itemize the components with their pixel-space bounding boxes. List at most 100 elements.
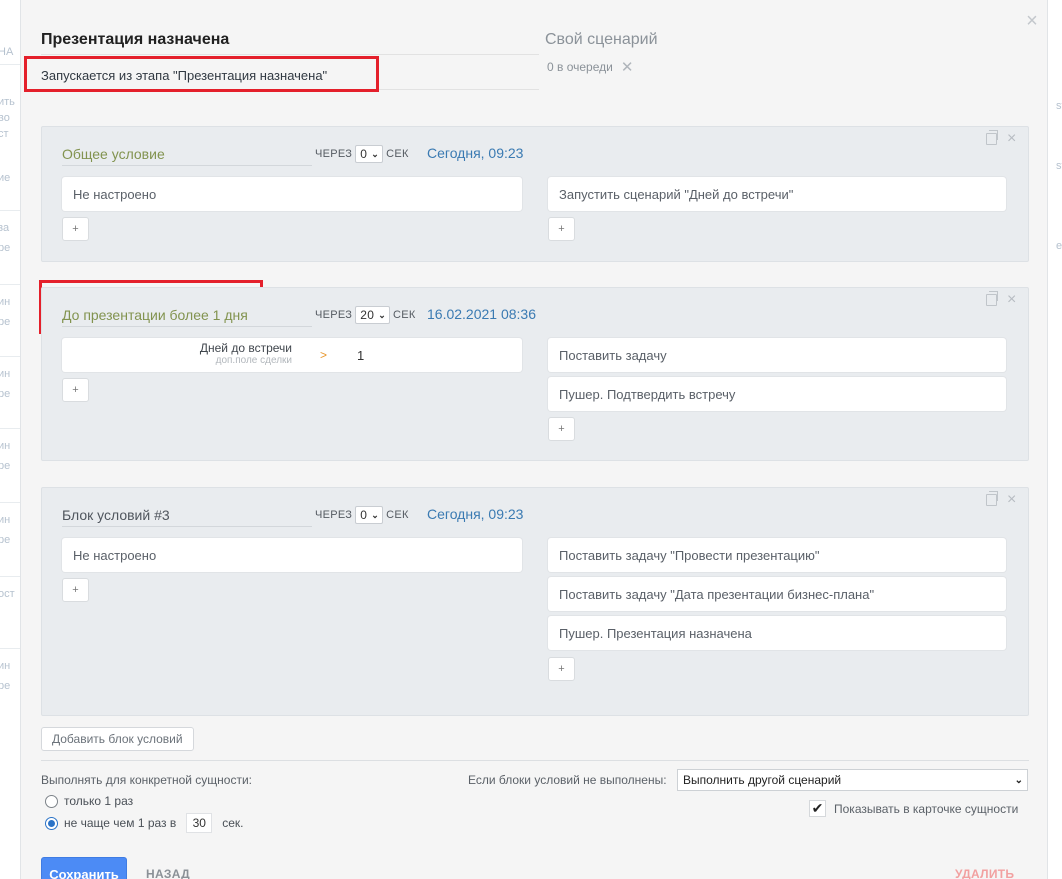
copy-icon[interactable] (986, 130, 998, 145)
radio-once-label[interactable]: только 1 раз (64, 794, 133, 808)
scenario-title[interactable]: Презентация назначена (41, 31, 229, 49)
add-condition-button[interactable]: + (62, 578, 89, 602)
radio-once[interactable] (45, 794, 58, 808)
delay-select[interactable]: 20 ⌄ (355, 306, 391, 324)
add-condition-button[interactable]: + (62, 378, 89, 402)
chevron-down-icon: ⌄ (1014, 774, 1023, 786)
condition-field[interactable]: Не настроено (62, 177, 522, 211)
through-label: ЧЕРЕЗ (315, 509, 353, 521)
schedule-date-link[interactable]: Сегодня, 09:23 (427, 506, 523, 522)
through-label: ЧЕРЕЗ (315, 148, 353, 160)
bg-text: ре (0, 242, 11, 254)
add-condition-block-button[interactable]: Добавить блок условий (41, 727, 194, 751)
add-condition-button[interactable]: + (62, 217, 89, 241)
radio-interval[interactable] (45, 816, 58, 830)
interval-input[interactable]: 30 (186, 813, 213, 833)
bg-text: ин (0, 514, 11, 526)
block-title[interactable]: Общее условие (62, 146, 165, 162)
add-action-button[interactable]: + (548, 217, 575, 241)
clear-queue-icon[interactable]: ✕ (621, 58, 634, 76)
bg-text: во (0, 112, 10, 124)
chevron-down-icon: ⌄ (378, 309, 387, 320)
queue-count: 0 в очереди (547, 60, 613, 74)
chevron-down-icon: ⌄ (371, 148, 380, 159)
action-item[interactable]: Запустить сценарий "Дней до встречи" (548, 177, 1006, 211)
delay-select[interactable]: 0 ⌄ (355, 506, 384, 524)
action-item[interactable]: Пушер. Подтвердить встречу (548, 377, 1006, 411)
bg-text: ст (0, 128, 9, 140)
radio-interval-row[interactable]: не чаще чем 1 раз в 30 сек. (45, 813, 244, 833)
back-button[interactable]: НАЗАД (146, 867, 190, 879)
through-label: ЧЕРЕЗ (315, 309, 353, 321)
bg-text: ин (0, 660, 11, 672)
fallback-select-value: Выполнить другой сценарий (683, 773, 842, 787)
delay-control: ЧЕРЕЗ 0 ⌄ СЕК (315, 506, 409, 524)
bg-text: за (0, 222, 10, 234)
seconds-label: СЕК (393, 309, 416, 321)
schedule-date-link[interactable]: 16.02.2021 08:36 (427, 306, 536, 322)
delay-select[interactable]: 0 ⌄ (355, 145, 384, 163)
block-title[interactable]: Блок условий #3 (62, 507, 170, 523)
condition-block: × Блок условий #3 ЧЕРЕЗ 0 ⌄ СЕК Сегодня, … (41, 487, 1029, 716)
copy-icon[interactable] (986, 491, 998, 506)
condition-field-type: доп.поле сделки (215, 355, 292, 366)
condition-value[interactable]: 1 (357, 348, 364, 363)
copy-icon[interactable] (986, 291, 998, 306)
bg-text: st (1056, 160, 1062, 172)
bg-text: ост (0, 588, 15, 600)
action-item[interactable]: Пушер. Презентация назначена (548, 616, 1006, 650)
condition-operator[interactable]: > (320, 348, 327, 362)
bg-text: e (1056, 240, 1062, 252)
bg-text: ие (0, 172, 11, 184)
bg-text: ре (0, 460, 11, 472)
execution-mode-label: Выполнять для конкретной сущности: (41, 773, 253, 787)
bg-text: ре (0, 534, 11, 546)
show-in-card-checkbox[interactable]: ✔ (809, 800, 826, 817)
save-button[interactable]: Сохранить (41, 857, 127, 879)
delay-control: ЧЕРЕЗ 0 ⌄ СЕК (315, 145, 409, 163)
bg-text: ин (0, 440, 11, 452)
scenario-trigger-description[interactable]: Запускается из этапа "Презентация назнач… (41, 68, 327, 83)
close-icon[interactable]: × (1023, 11, 1041, 31)
action-item[interactable]: Поставить задачу (548, 338, 1006, 372)
condition-row[interactable]: Дней до встречи доп.поле сделки > 1 (62, 338, 522, 372)
add-action-button[interactable]: + (548, 417, 575, 441)
close-icon[interactable]: × (1007, 492, 1016, 508)
show-in-card-label[interactable]: Показывать в карточке сущности (834, 802, 1018, 816)
background-page-left: НА ить во ст ие за ре ин ре ин ре ин ре … (0, 0, 20, 879)
queue-status: 0 в очереди ✕ (547, 58, 633, 76)
condition-field-name: Дней до встречи (199, 341, 292, 355)
action-item[interactable]: Поставить задачу "Дата презентации бизне… (548, 577, 1006, 611)
close-icon[interactable]: × (1007, 292, 1016, 308)
bg-text: ин (0, 296, 11, 308)
bg-text: ре (0, 680, 11, 692)
fallback-label: Если блоки условий не выполнены: (468, 773, 667, 787)
radio-once-row[interactable]: только 1 раз (45, 794, 133, 808)
bg-text: st (1056, 100, 1062, 112)
block-title[interactable]: До презентации более 1 дня (62, 307, 248, 323)
condition-field[interactable]: Не настроено (62, 538, 522, 572)
bg-text: ить (0, 96, 15, 108)
chevron-down-icon: ⌄ (371, 509, 380, 520)
condition-block: × Общее условие ЧЕРЕЗ 0 ⌄ СЕК Сегодня, 09… (41, 126, 1029, 262)
scenario-modal: × Презентация назначена Запускается из э… (20, 0, 1048, 879)
schedule-date-link[interactable]: Сегодня, 09:23 (427, 145, 523, 161)
seconds-label: СЕК (386, 509, 409, 521)
delete-button[interactable]: УДАЛИТЬ (955, 867, 1014, 879)
action-item[interactable]: Поставить задачу "Провести презентацию" (548, 538, 1006, 572)
fallback-select[interactable]: Выполнить другой сценарий ⌄ (677, 769, 1028, 791)
seconds-label: СЕК (386, 148, 409, 160)
interval-unit: сек. (222, 816, 244, 830)
delay-control: ЧЕРЕЗ 20 ⌄ СЕК (315, 306, 416, 324)
radio-interval-label[interactable]: не чаще чем 1 раз в (64, 816, 176, 830)
add-action-button[interactable]: + (548, 657, 575, 681)
condition-block: × До презентации более 1 дня ЧЕРЕЗ 20 ⌄ С… (41, 287, 1029, 461)
bg-text: ре (0, 316, 11, 328)
bg-text: НА (0, 46, 14, 58)
show-in-card-row[interactable]: ✔ Показывать в карточке сущности (809, 800, 1018, 817)
bg-text: ин (0, 368, 11, 380)
bg-text: ре (0, 388, 11, 400)
scenario-type-label: Свой сценарий (545, 31, 658, 48)
close-icon[interactable]: × (1007, 131, 1016, 147)
background-page-right: st st e (1048, 0, 1062, 879)
